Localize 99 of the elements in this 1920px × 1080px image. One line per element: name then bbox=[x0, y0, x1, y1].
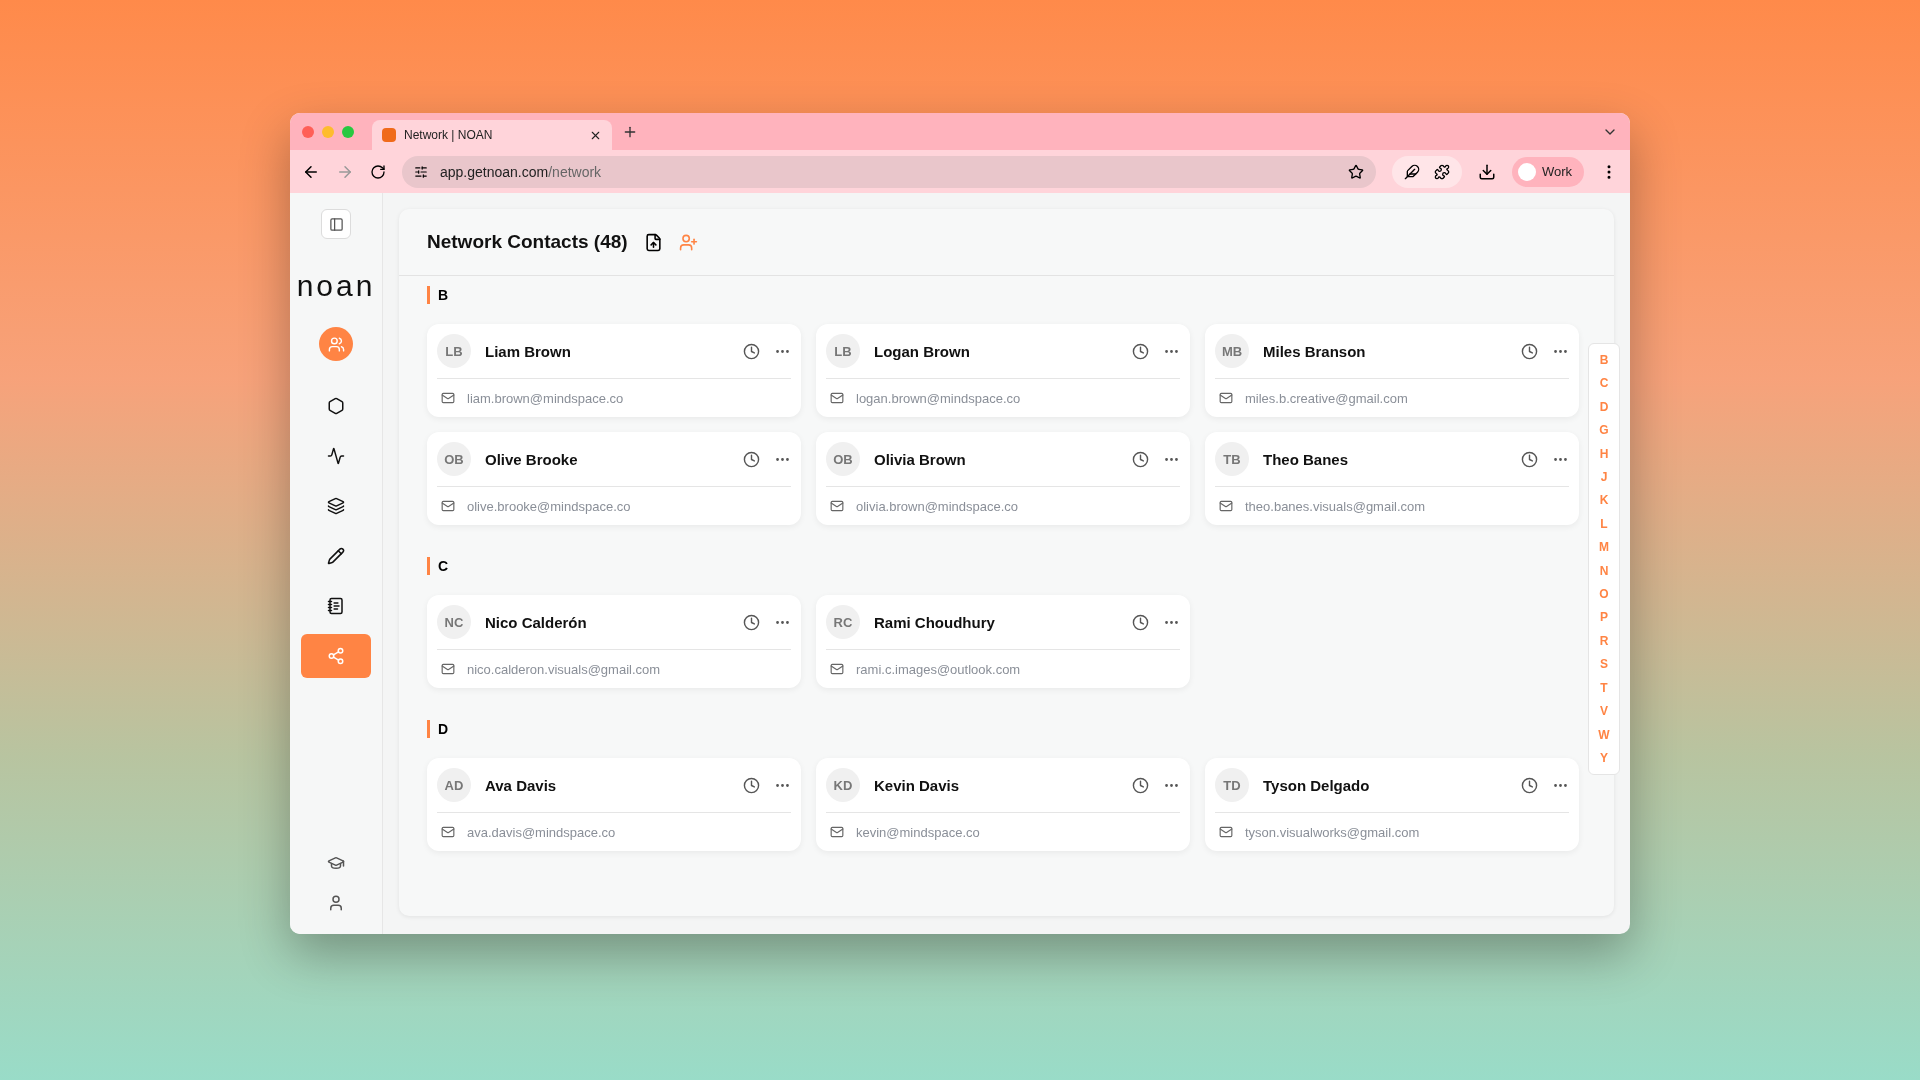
contact-email: liam.brown@mindspace.co bbox=[467, 390, 624, 406]
pencil-icon bbox=[327, 547, 345, 565]
mail-icon bbox=[830, 499, 844, 513]
contact-name: Miles Branson bbox=[1263, 342, 1367, 360]
clock-icon[interactable] bbox=[743, 450, 760, 468]
site-favicon-icon bbox=[382, 128, 396, 142]
contact-email: theo.banes.visuals@gmail.com bbox=[1245, 498, 1426, 514]
index-letter[interactable]: H bbox=[1599, 444, 1609, 464]
mail-icon bbox=[441, 825, 455, 839]
initials-avatar: TB bbox=[1215, 442, 1249, 476]
initials-avatar: RC bbox=[826, 605, 860, 639]
clock-icon[interactable] bbox=[743, 342, 760, 360]
mail-icon bbox=[441, 662, 455, 676]
mail-icon bbox=[441, 391, 455, 405]
contact-email: miles.b.creative@gmail.com bbox=[1245, 390, 1408, 406]
clock-icon[interactable] bbox=[743, 613, 760, 631]
index-letter[interactable]: P bbox=[1600, 608, 1608, 627]
file-upload-icon[interactable] bbox=[643, 232, 663, 252]
clock-icon[interactable] bbox=[1521, 450, 1538, 468]
contact-email: rami.c.images@outlook.com bbox=[856, 661, 1021, 677]
graduation-cap-icon[interactable] bbox=[327, 854, 345, 872]
contact-email: ava.davis@mindspace.co bbox=[467, 824, 616, 840]
index-letter[interactable]: C bbox=[1599, 374, 1609, 393]
page-title: Network Contacts (48) bbox=[427, 231, 628, 253]
contact-email: olivia.brown@mindspace.co bbox=[856, 498, 1019, 514]
index-letter[interactable]: L bbox=[1600, 514, 1608, 534]
clock-icon[interactable] bbox=[1521, 776, 1538, 794]
browser-tab[interactable]: Network | NOAN bbox=[372, 120, 612, 150]
index-letter[interactable]: R bbox=[1599, 631, 1609, 651]
people-icon bbox=[327, 335, 345, 353]
download-icon[interactable] bbox=[1477, 162, 1496, 181]
mail-icon bbox=[830, 391, 844, 405]
index-letter[interactable]: B bbox=[1599, 351, 1609, 370]
contact-name: Olive Brooke bbox=[485, 450, 579, 468]
address-bar[interactable]: app.getnoan.com/network bbox=[402, 155, 1376, 188]
contact-name: Theo Banes bbox=[1263, 450, 1350, 468]
index-letter[interactable]: V bbox=[1600, 702, 1608, 721]
contact-name: Olivia Brown bbox=[874, 450, 967, 468]
contact-name: Kevin Davis bbox=[874, 776, 961, 794]
initials-avatar: NC bbox=[437, 605, 471, 639]
contact-email: olive.brooke@mindspace.co bbox=[467, 498, 631, 514]
feather-icon[interactable] bbox=[1403, 163, 1420, 180]
mail-icon bbox=[441, 499, 455, 513]
initials-avatar: LB bbox=[437, 334, 471, 368]
initials-avatar: KD bbox=[826, 768, 860, 802]
index-letter[interactable]: Y bbox=[1600, 748, 1608, 768]
mail-icon bbox=[1219, 499, 1233, 513]
initials-avatar: MB bbox=[1215, 334, 1249, 368]
clock-icon[interactable] bbox=[1521, 342, 1538, 360]
initials-avatar: LB bbox=[826, 334, 860, 368]
layers-icon bbox=[327, 497, 345, 515]
puzzle-icon[interactable] bbox=[1433, 163, 1450, 180]
contact-name: Logan Brown bbox=[874, 342, 971, 360]
index-letter[interactable]: S bbox=[1600, 655, 1608, 674]
site-settings-icon[interactable] bbox=[414, 164, 428, 179]
index-letter[interactable]: W bbox=[1598, 725, 1610, 744]
initials-avatar: OB bbox=[826, 442, 860, 476]
mail-icon bbox=[1219, 391, 1233, 405]
contact-name: Nico Calderón bbox=[485, 613, 588, 631]
clock-icon[interactable] bbox=[1132, 613, 1149, 631]
sidebar-toggle-button[interactable] bbox=[321, 209, 351, 239]
bookmark-star-icon[interactable] bbox=[1347, 163, 1364, 180]
contact-name: Tyson Delgado bbox=[1263, 776, 1371, 794]
contact-name: Liam Brown bbox=[485, 342, 572, 360]
panel-icon bbox=[328, 216, 344, 232]
index-letter[interactable]: O bbox=[1599, 585, 1609, 604]
clock-icon[interactable] bbox=[1132, 342, 1149, 360]
contact-email: logan.brown@mindspace.co bbox=[856, 390, 1021, 406]
index-letter[interactable]: K bbox=[1599, 491, 1609, 510]
contact-name: Rami Choudhury bbox=[874, 613, 996, 631]
contact-name: Ava Davis bbox=[485, 776, 558, 794]
nodes-icon bbox=[327, 647, 345, 665]
index-letter[interactable]: D bbox=[1599, 397, 1609, 417]
group-letter: B bbox=[427, 286, 1586, 304]
contact-email: kevin@mindspace.co bbox=[856, 824, 980, 840]
hexagon-icon bbox=[327, 397, 345, 415]
profile-button[interactable]: Work bbox=[1511, 156, 1584, 187]
user-icon[interactable] bbox=[327, 894, 345, 912]
clock-icon[interactable] bbox=[1132, 450, 1149, 468]
initials-avatar: TD bbox=[1215, 768, 1249, 802]
pulse-icon bbox=[327, 447, 345, 465]
index-letter[interactable]: T bbox=[1600, 678, 1608, 698]
mail-icon bbox=[830, 662, 844, 676]
reload-icon[interactable] bbox=[370, 163, 386, 180]
index-letter[interactable]: G bbox=[1599, 421, 1609, 440]
contact-email: tyson.visualworks@gmail.com bbox=[1245, 824, 1420, 840]
contact-email: nico.calderon.visuals@gmail.com bbox=[467, 661, 661, 677]
initials-avatar: AD bbox=[437, 768, 471, 802]
index-letter[interactable]: M bbox=[1599, 538, 1609, 557]
avatar-icon bbox=[1517, 162, 1536, 181]
mail-icon bbox=[830, 825, 844, 839]
clock-icon[interactable] bbox=[743, 776, 760, 794]
mail-icon bbox=[1219, 825, 1233, 839]
index-letter[interactable]: N bbox=[1599, 561, 1609, 581]
index-letter[interactable]: J bbox=[1600, 468, 1608, 487]
app-logo: noan bbox=[296, 269, 376, 303]
clock-icon[interactable] bbox=[1132, 776, 1149, 794]
notebook-icon bbox=[327, 597, 345, 615]
initials-avatar: OB bbox=[437, 442, 471, 476]
